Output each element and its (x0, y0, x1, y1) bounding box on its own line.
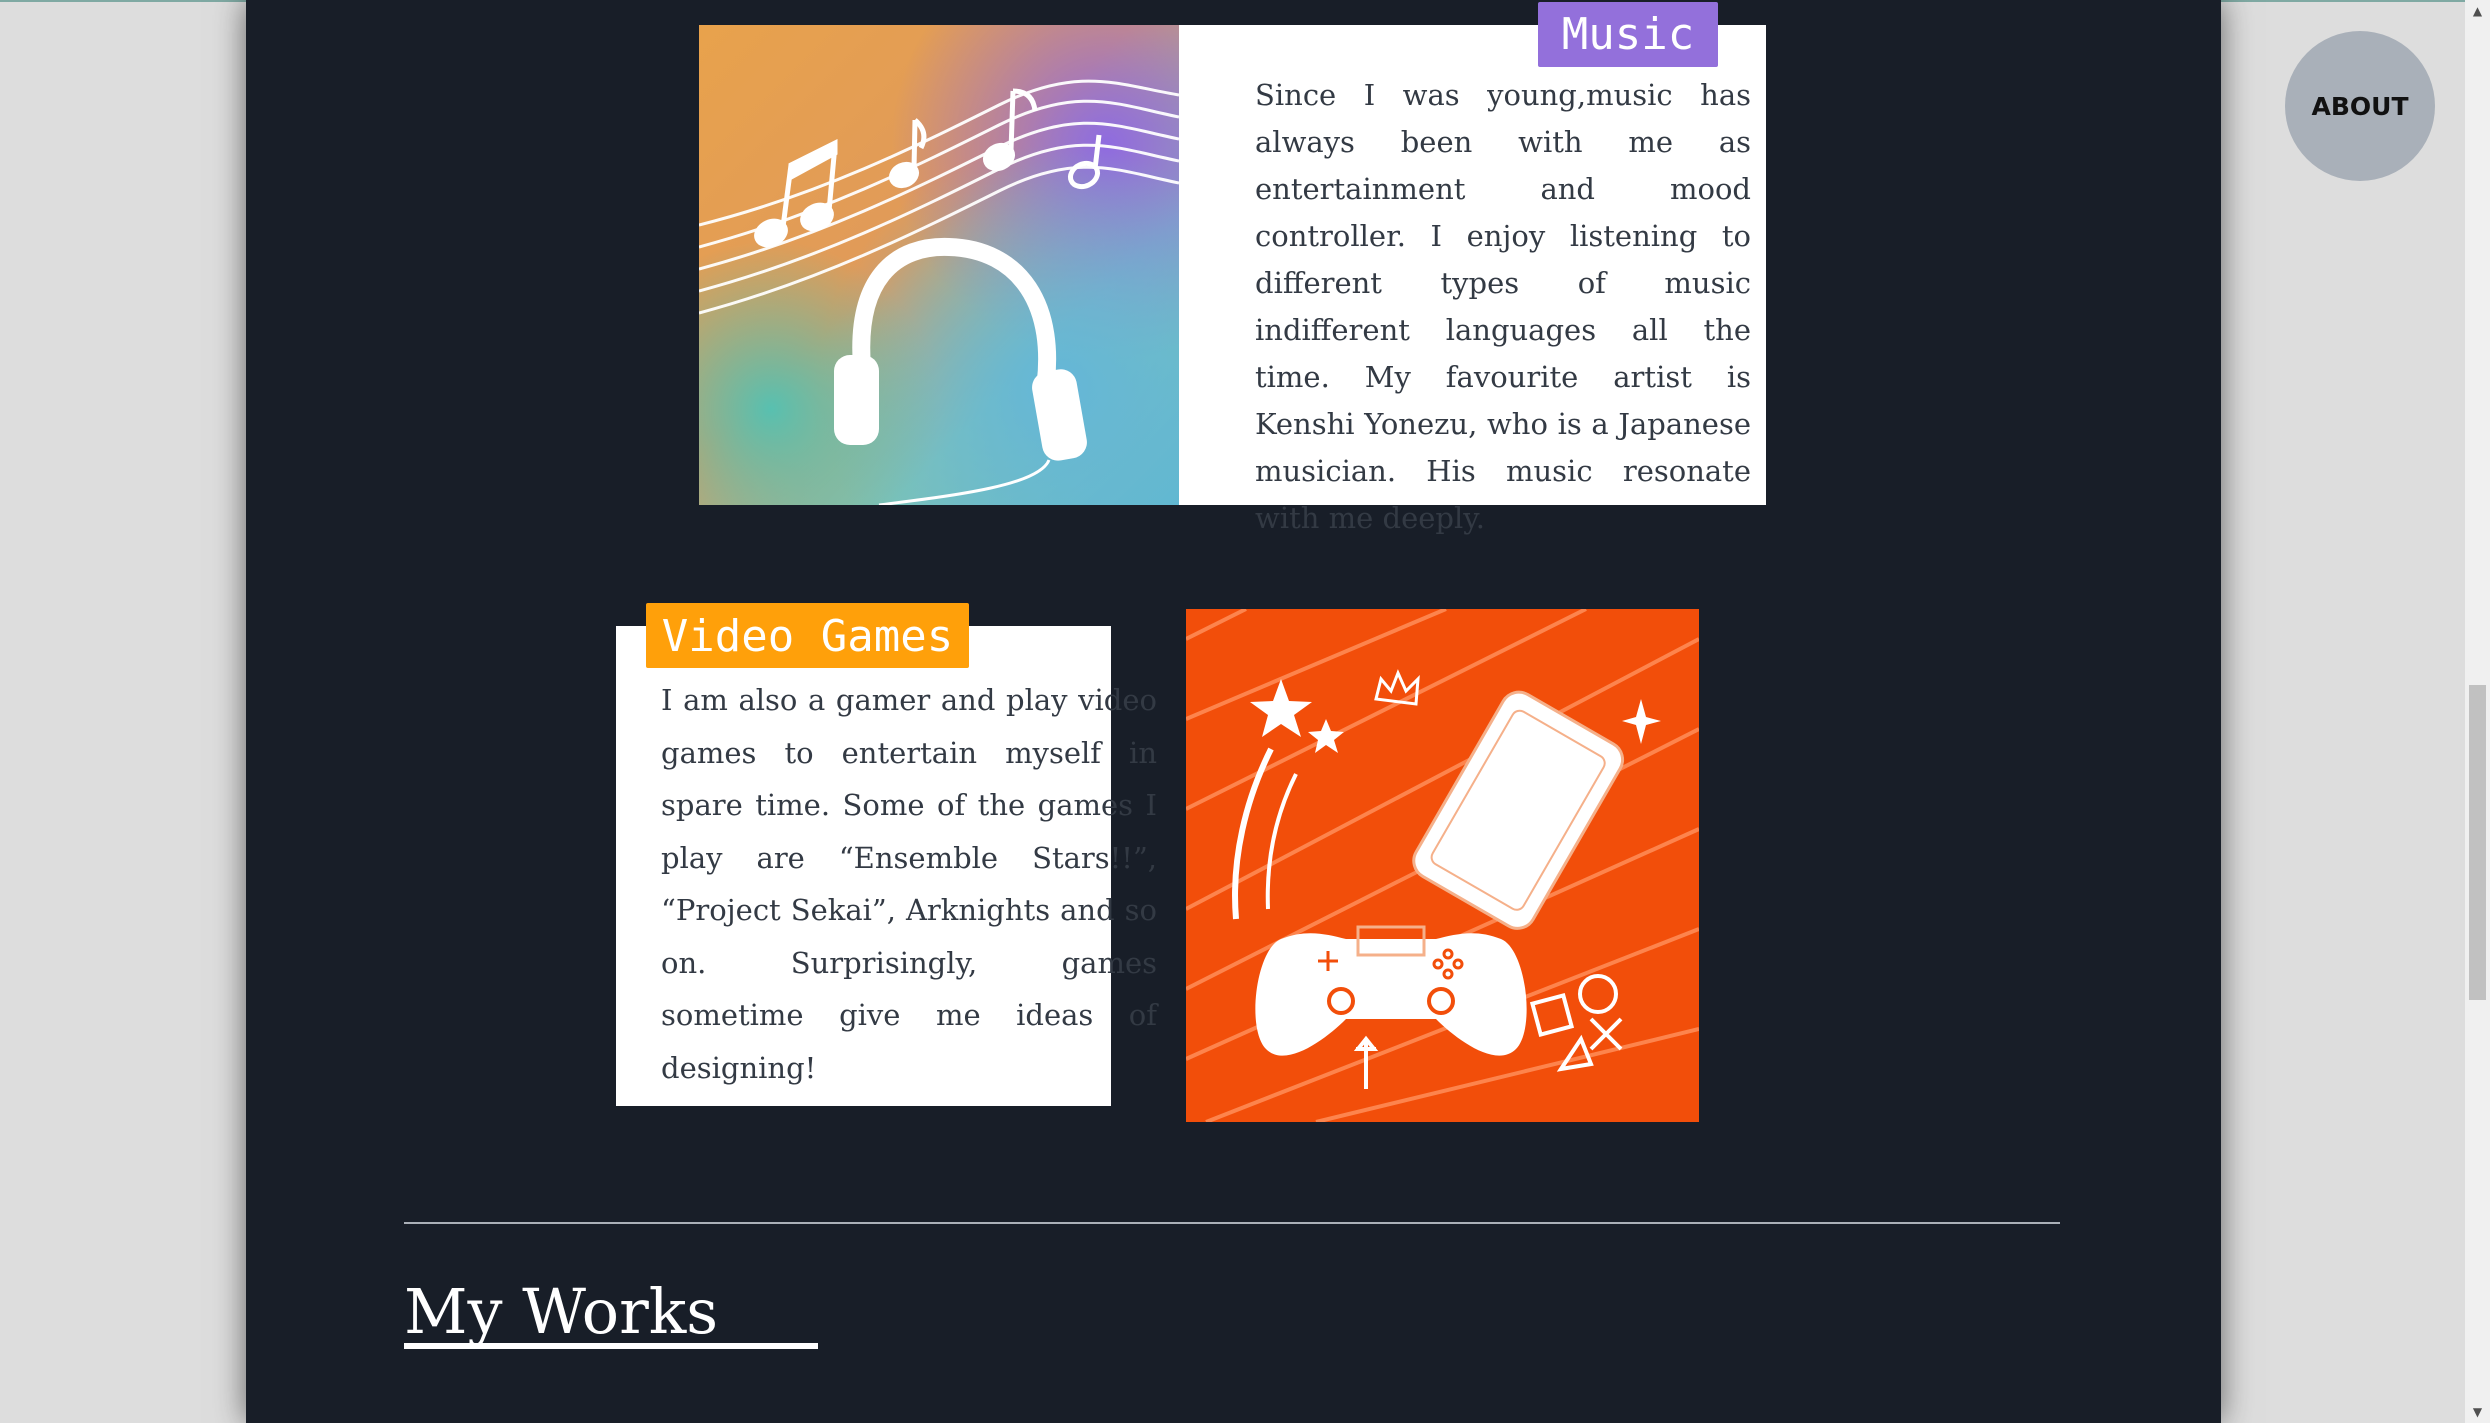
games-description: I am also a gamer and play video games t… (661, 683, 1157, 1085)
game-controller-icon (1186, 609, 1699, 1122)
scroll-down-arrow-icon[interactable]: ▼ (2465, 1401, 2490, 1423)
page-container: Music Since I was young,music has always… (246, 0, 2221, 1423)
scroll-up-arrow-icon[interactable]: ▲ (2465, 0, 2490, 22)
music-illustration (699, 25, 1179, 505)
section-divider (404, 1222, 2060, 1224)
vertical-scrollbar[interactable]: ▲ ▼ (2465, 0, 2490, 1423)
scrollbar-thumb[interactable] (2469, 685, 2486, 1000)
music-tag: Music (1538, 2, 1718, 67)
games-tag: Video Games (646, 603, 969, 668)
works-title-underline (404, 1343, 818, 1349)
about-button[interactable]: ABOUT (2285, 31, 2435, 181)
games-illustration (1186, 609, 1699, 1122)
music-description: Since I was young,music has always been … (1255, 78, 1751, 535)
headphones-icon (699, 25, 1179, 505)
